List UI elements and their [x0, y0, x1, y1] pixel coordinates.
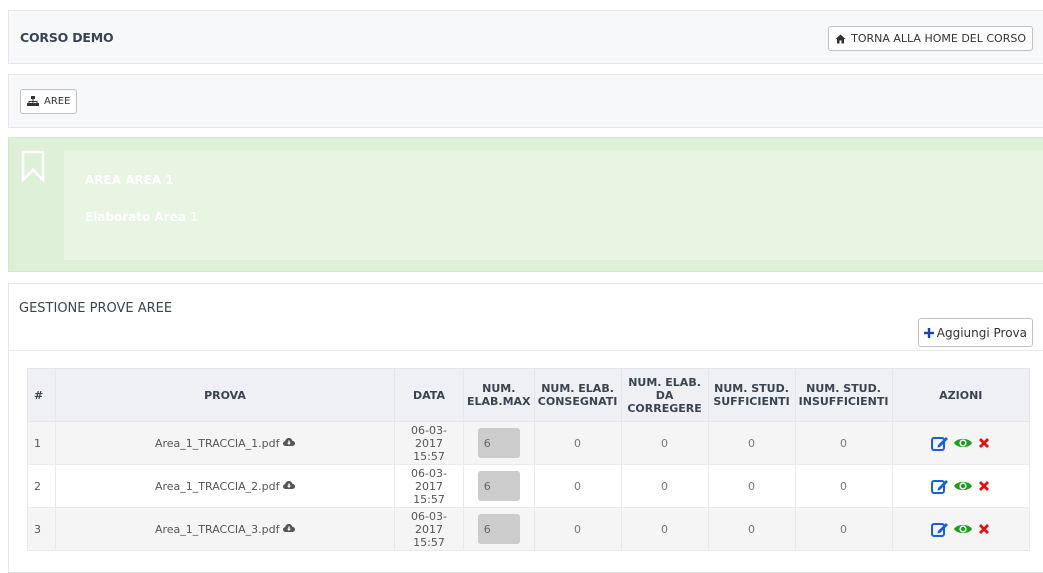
prova-cell: Area_1_TRACCIA_3.pdf — [55, 507, 395, 551]
col-number: # — [27, 368, 56, 422]
date-value: 06-03-2017 — [411, 466, 447, 493]
col-prova: PROVA — [55, 368, 395, 422]
prova-cell: Area_1_TRACCIA_2.pdf — [55, 464, 395, 508]
areas-toolbar-panel: AREE — [8, 74, 1043, 128]
time-value: 15:57 — [413, 449, 445, 463]
home-course-button[interactable]: TORNA ALLA HOME DEL CORSO — [828, 26, 1033, 51]
insufficienti-cell: 0 — [794, 421, 893, 465]
divider — [9, 350, 1043, 351]
bookmark-icon — [21, 150, 45, 186]
table-row: 3 Area_1_TRACCIA_3.pdf 06-03-2017 15:57 6… — [27, 507, 1031, 551]
prova-cell: Area_1_TRACCIA_1.pdf — [55, 421, 395, 465]
row-number: 1 — [27, 421, 56, 465]
actions-cell — [891, 464, 1031, 508]
aree-button[interactable]: AREE — [20, 89, 78, 114]
col-consegnati: NUM. ELAB. CONSEGNATI — [533, 368, 622, 422]
max-cell: 6 — [463, 464, 535, 508]
aree-label: AREE — [44, 96, 71, 107]
insufficienti-cell: 0 — [794, 464, 893, 508]
date-cell: 06-03-2017 15:57 — [394, 464, 464, 508]
cloud-download-icon[interactable] — [283, 437, 296, 450]
eye-icon[interactable] — [953, 436, 973, 450]
time-value: 15:57 — [413, 492, 445, 506]
consegnati-cell: 0 — [533, 507, 622, 551]
col-da-correggere: NUM. ELAB. DA CORREGERE — [620, 368, 709, 422]
course-header-panel: CORSO DEMO TORNA ALLA HOME DEL CORSO — [8, 10, 1043, 64]
time-value: 15:57 — [413, 535, 445, 549]
add-test-button[interactable]: Aggiungi Prova — [917, 318, 1033, 347]
manage-tests-panel: GESTIONE PROVE AREE Aggiungi Prova # PRO… — [8, 283, 1043, 573]
add-test-label: Aggiungi Prova — [936, 325, 1027, 340]
elab-max-field[interactable]: 6 — [477, 471, 520, 501]
date-value: 06-03-2017 — [411, 509, 447, 536]
col-insufficienti: NUM. STUD. INSUFFICIENTI — [794, 368, 893, 422]
max-cell: 6 — [463, 421, 535, 465]
delete-icon[interactable] — [977, 522, 991, 536]
da-correggere-cell: 0 — [620, 464, 709, 508]
actions-cell — [891, 507, 1031, 551]
edit-icon[interactable] — [930, 435, 949, 451]
row-number: 2 — [27, 464, 56, 508]
date-cell: 06-03-2017 15:57 — [394, 421, 464, 465]
elab-max-field[interactable]: 6 — [477, 514, 520, 544]
prova-link[interactable]: Area_1_TRACCIA_1.pdf — [155, 437, 280, 450]
col-azioni: AZIONI — [891, 368, 1031, 422]
area-info-content — [64, 150, 1043, 260]
table-header-row: # PROVA DATA NUM. ELAB.MAX NUM. ELAB. CO… — [27, 368, 1031, 422]
edit-icon[interactable] — [930, 521, 949, 537]
delete-icon[interactable] — [977, 479, 991, 493]
prova-link[interactable]: Area_1_TRACCIA_3.pdf — [155, 523, 280, 536]
col-data: DATA — [394, 368, 464, 422]
table-row: 1 Area_1_TRACCIA_1.pdf 06-03-2017 15:57 6… — [27, 421, 1031, 465]
table-row: 2 Area_1_TRACCIA_2.pdf 06-03-2017 15:57 6… — [27, 464, 1031, 508]
course-title: CORSO DEMO — [20, 30, 114, 45]
tests-table: # PROVA DATA NUM. ELAB.MAX NUM. ELAB. CO… — [27, 368, 1031, 551]
col-sufficienti: NUM. STUD. SUFFICIENTI — [707, 368, 796, 422]
edit-icon[interactable] — [930, 478, 949, 494]
actions-cell — [891, 421, 1031, 465]
da-correggere-cell: 0 — [620, 421, 709, 465]
row-number: 3 — [27, 507, 56, 551]
da-correggere-cell: 0 — [620, 507, 709, 551]
sitemap-icon — [27, 96, 39, 107]
elab-max-field[interactable]: 6 — [477, 428, 520, 458]
col-elab-max: NUM. ELAB.MAX — [463, 368, 535, 422]
home-icon — [835, 34, 846, 44]
delete-icon[interactable] — [977, 436, 991, 450]
cloud-download-icon[interactable] — [283, 523, 296, 536]
sufficienti-cell: 0 — [707, 464, 796, 508]
area-title: AREA AREA 1 — [85, 173, 174, 187]
home-course-label: TORNA ALLA HOME DEL CORSO — [851, 32, 1026, 45]
prova-link[interactable]: Area_1_TRACCIA_2.pdf — [155, 480, 280, 493]
plus-icon — [923, 327, 934, 338]
date-cell: 06-03-2017 15:57 — [394, 507, 464, 551]
eye-icon[interactable] — [953, 522, 973, 536]
sufficienti-cell: 0 — [707, 421, 796, 465]
area-info-panel: AREA AREA 1 Elaborato Area 1 — [8, 137, 1043, 272]
cloud-download-icon[interactable] — [283, 480, 296, 493]
consegnati-cell: 0 — [533, 464, 622, 508]
area-subtitle: Elaborato Area 1 — [85, 210, 199, 224]
manage-title: GESTIONE PROVE AREE — [19, 301, 173, 316]
insufficienti-cell: 0 — [794, 507, 893, 551]
sufficienti-cell: 0 — [707, 507, 796, 551]
eye-icon[interactable] — [953, 479, 973, 493]
max-cell: 6 — [463, 507, 535, 551]
consegnati-cell: 0 — [533, 421, 622, 465]
date-value: 06-03-2017 — [411, 423, 447, 450]
